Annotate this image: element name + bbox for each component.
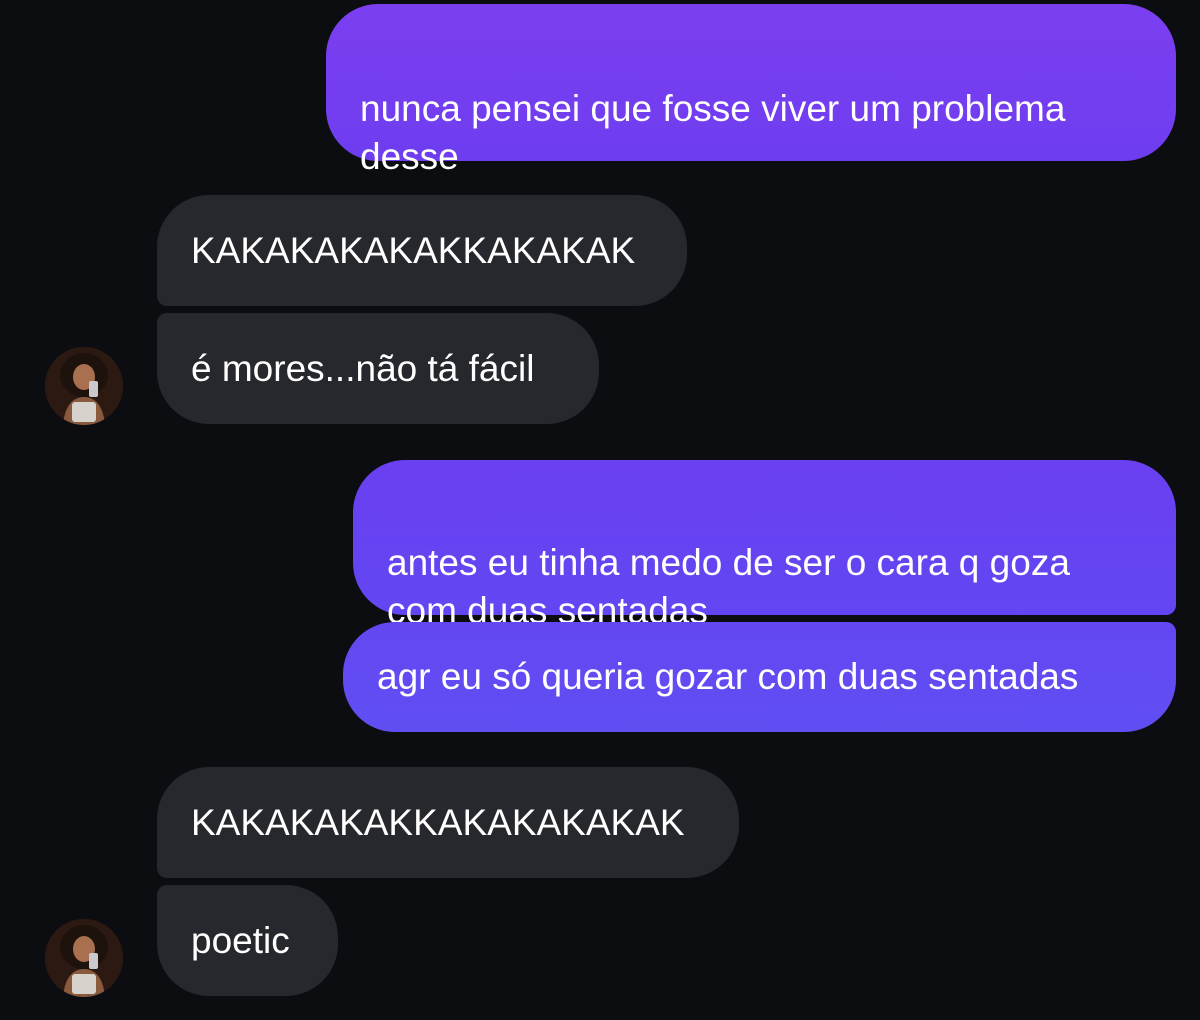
outgoing-message-bubble[interactable]: nunca pensei que fosse viver um problema… (326, 4, 1176, 177)
incoming-message-bubble[interactable]: KAKAKAKAKKAKAKAKAKAK (157, 767, 739, 878)
message-text: antes eu tinha medo de ser o cara q goza… (387, 542, 1070, 631)
message-text: nunca pensei que fosse viver um problema… (360, 88, 1066, 177)
message-text: poetic (191, 919, 290, 961)
contact-avatar[interactable] (45, 919, 123, 997)
message-text: agr eu só queria gozar com duas sentadas (377, 656, 1079, 697)
message-text: KAKAKAKAKAKKAKAKAK (191, 229, 636, 271)
message-text: KAKAKAKAKKAKAKAKAKAK (191, 801, 685, 843)
profile-photo-avatar-icon (45, 347, 123, 425)
contact-avatar[interactable] (45, 347, 123, 425)
chat-thread: nunca pensei que fosse viver um problema… (0, 0, 1200, 1020)
outgoing-message-bubble[interactable]: agr eu só queria gozar com duas sentadas (343, 622, 1176, 732)
incoming-message-bubble[interactable]: poetic (157, 885, 338, 996)
incoming-message-bubble[interactable]: é mores...não tá fácil (157, 313, 599, 424)
profile-photo-avatar-icon (45, 919, 123, 997)
outgoing-message-bubble[interactable]: antes eu tinha medo de ser o cara q goza… (353, 460, 1176, 631)
incoming-message-bubble[interactable]: KAKAKAKAKAKKAKAKAK (157, 195, 687, 306)
message-text: é mores...não tá fácil (191, 347, 535, 389)
